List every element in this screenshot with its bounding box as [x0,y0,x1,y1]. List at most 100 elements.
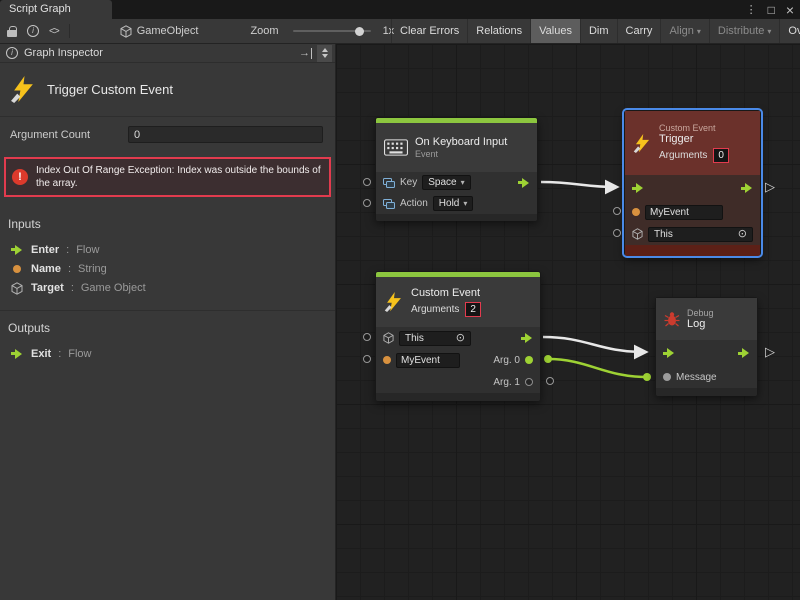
dim-button[interactable]: Dim [580,19,617,43]
window-controls [746,0,794,19]
message-row: Message [656,366,757,388]
node-on-keyboard-input[interactable]: On Keyboard Input Event Key Space Action… [375,117,538,220]
argument-count-input[interactable] [128,126,323,143]
node-debug-log[interactable]: Debug Log Message [655,297,758,395]
overview-button[interactable]: Overv [779,19,800,43]
event-name-input[interactable] [645,205,723,220]
arguments-count-badge[interactable]: 0 [713,148,729,163]
gameobject-port-icon[interactable] [383,332,394,344]
chevron-down-icon [461,177,465,188]
error-message-box: ! Index Out Of Range Exception: Index wa… [4,157,331,197]
value-wire-start-dot[interactable] [544,355,552,363]
flow-row [625,175,760,201]
argument-count-row: Argument Count [0,117,335,152]
port-trigger-target[interactable] [613,229,621,237]
tab-bar: Script Graph [0,0,800,19]
arguments-count-badge[interactable]: 2 [465,302,481,317]
output-port-row-exit: Exit : Flow [0,344,335,363]
target-row: This [625,223,760,245]
argument-count-label: Argument Count [10,129,122,141]
node-footer [656,388,757,396]
port-customevent-target[interactable] [363,333,371,341]
flow-in-port[interactable] [663,348,675,358]
value-wire-arg0-to-message[interactable] [548,359,647,377]
dock-panel-icon[interactable] [299,48,312,59]
inspector-info-icon [6,47,18,59]
target-dropdown[interactable]: This [399,331,471,346]
code-icon[interactable] [49,26,59,37]
clear-errors-button[interactable]: Clear Errors [391,19,467,43]
gameobject-port-icon [11,282,23,295]
carry-button[interactable]: Carry [617,19,661,43]
relations-button[interactable]: Relations [467,19,530,43]
arg0-out-port[interactable] [525,356,533,364]
maximize-icon[interactable] [768,3,775,17]
port-customevent-arg1[interactable] [546,377,554,385]
port-keyboard-action[interactable] [363,199,371,207]
flow-out-port[interactable] [738,348,750,358]
align-dropdown-button[interactable]: Align [660,19,708,43]
event-name-row [625,201,760,223]
value-wire-end-dot[interactable] [643,373,651,381]
window-menu-icon[interactable] [746,3,757,16]
error-icon: ! [12,169,28,185]
string-port-icon[interactable] [383,356,391,364]
flow-out-port[interactable] [741,183,753,193]
node-trigger-custom-event[interactable]: Custom Event Trigger Arguments 0 [624,110,761,256]
lock-icon[interactable] [7,30,17,37]
string-port-icon [13,265,21,273]
flow-row [656,340,757,366]
chevron-down-icon [463,198,467,209]
port-customevent-name[interactable] [363,355,371,363]
graph-canvas[interactable]: On Keyboard Input Event Key Space Action… [336,44,800,600]
event-name-row: Arg. 0 [376,349,540,371]
port-keyboard-key[interactable] [363,178,371,186]
gameobject-port-icon[interactable] [632,228,643,240]
flow-out-port[interactable] [518,178,530,188]
arguments-label: Arguments [659,150,707,161]
object-picker-icon[interactable] [738,229,747,240]
tab-script-graph[interactable]: Script Graph [0,0,112,19]
target-dropdown[interactable]: This [648,227,753,242]
gameobject-reference[interactable]: GameObject [120,25,199,38]
zoom-label: Zoom [250,25,278,37]
flow-port-icon [11,349,23,359]
unity-script-graph-window: Script Graph GameObject Zoom 1x Clear E [0,0,800,600]
node-header: Custom Event Arguments 2 [376,277,540,327]
gameobject-label: GameObject [137,25,199,37]
scroll-up-icon[interactable] [322,48,328,52]
flow-wire-customevent-to-debuglog[interactable] [543,337,645,352]
panel-scroll-buttons[interactable] [317,45,332,62]
values-button[interactable]: Values [530,19,580,43]
object-picker-icon[interactable] [456,333,465,344]
distribute-dropdown-button[interactable]: Distribute [709,19,779,43]
arg1-out-port[interactable] [525,378,533,386]
flow-wire-keyboard-to-trigger[interactable] [541,182,616,187]
key-dropdown[interactable]: Space [422,175,470,190]
arg1-label: Arg. 1 [493,377,520,388]
flow-in-port[interactable] [632,183,644,193]
message-in-port[interactable] [663,373,671,381]
graph-inspector-header: Graph Inspector [0,44,335,63]
message-label: Message [676,372,717,383]
node-category: Custom Event [659,123,729,133]
event-name-input[interactable] [396,353,460,368]
zoom-slider[interactable] [293,30,371,32]
zoom-slider-knob[interactable] [355,27,364,36]
toolbar-buttons: Clear Errors Relations Values Dim Carry … [391,19,800,43]
graph-inspector-panel: Graph Inspector Trigger Custom Event Arg… [0,44,336,600]
action-dropdown[interactable]: Hold [433,196,474,211]
string-port-icon[interactable] [632,208,640,216]
info-icon[interactable] [27,25,39,37]
node-header: Custom Event Trigger Arguments 0 [625,111,760,175]
toolbar-divider [69,24,70,38]
node-custom-event[interactable]: Custom Event Arguments 2 This [375,271,541,400]
unit-title: Trigger Custom Event [47,82,173,97]
error-message-text: Index Out Of Range Exception: Index was … [36,164,321,190]
flow-continuation-icon [765,345,775,358]
port-trigger-name[interactable] [613,207,621,215]
close-icon[interactable] [786,2,794,18]
input-port-row-target: Target : Game Object [0,278,335,298]
scroll-down-icon[interactable] [322,54,328,58]
flow-out-port[interactable] [521,333,533,343]
